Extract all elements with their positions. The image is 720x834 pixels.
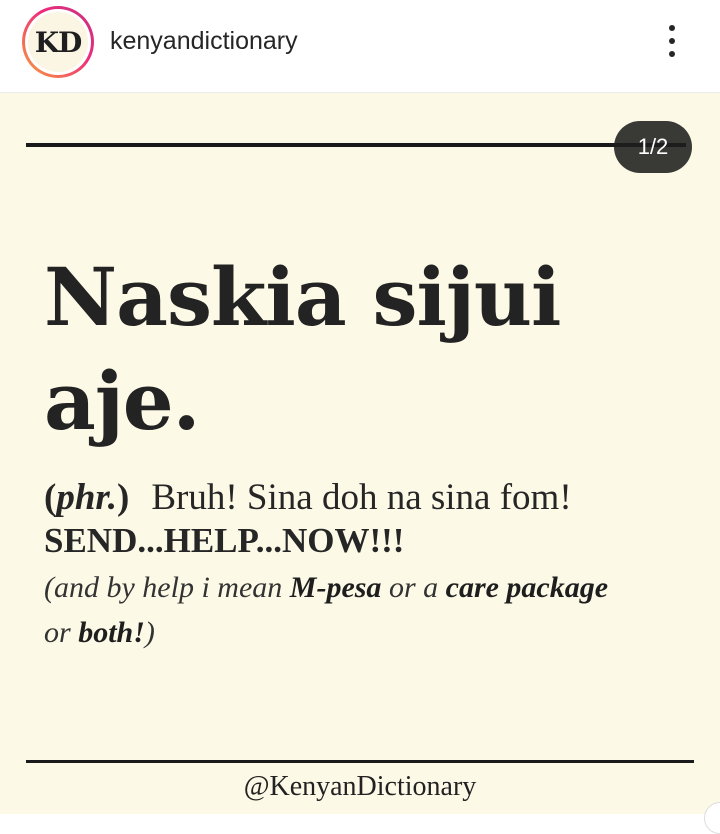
- more-dot: [669, 25, 675, 31]
- handle-credit: @KenyanDictionary: [243, 771, 477, 802]
- note-close: ): [144, 616, 155, 649]
- note-both: both!: [78, 616, 145, 649]
- paren-open: (: [44, 477, 57, 518]
- definition-note: (and by help i mean M-pesa or a care pac…: [44, 565, 694, 655]
- note-text: or: [44, 616, 79, 649]
- carousel-counter: 1/2: [614, 121, 692, 173]
- post-header: KD kenyandictionary: [0, 0, 720, 93]
- pos-abbrev: phr.: [56, 477, 118, 518]
- paren-close: ): [117, 477, 130, 518]
- definition: (phr.) Bruh! Sina doh na sina fom! SEND..…: [44, 475, 694, 655]
- username[interactable]: kenyandictionary: [110, 24, 298, 58]
- top-divider: [26, 143, 686, 147]
- bottom-divider: [26, 760, 694, 763]
- headword: Naskia sijui aje.: [44, 245, 684, 453]
- more-options-icon[interactable]: [656, 20, 688, 62]
- headword-line-1: Naskia sijui: [44, 250, 561, 344]
- more-dot: [669, 38, 675, 44]
- post-image[interactable]: 1/2 Naskia sijui aje. (phr.) Bruh! Sina d…: [0, 93, 720, 814]
- note-mpesa: M-pesa: [289, 571, 382, 604]
- note-text: (and by help i mean: [44, 571, 290, 604]
- note-text: or a: [381, 571, 446, 604]
- definition-line-1: (phr.) Bruh! Sina doh na sina fom!: [44, 475, 694, 521]
- headword-line-2: aje.: [44, 354, 201, 448]
- post-actions-strip: [0, 814, 720, 831]
- avatar-logo: KD: [28, 12, 88, 72]
- definition-text: Bruh! Sina doh na sina fom!: [151, 477, 572, 518]
- note-care-package: care package: [445, 571, 609, 604]
- more-dot: [669, 51, 675, 57]
- avatar-frame: KD: [25, 9, 91, 75]
- avatar[interactable]: KD: [22, 6, 94, 78]
- part-of-speech: (phr.): [44, 477, 129, 518]
- definition-line-2: SEND...HELP...NOW!!!: [44, 521, 405, 560]
